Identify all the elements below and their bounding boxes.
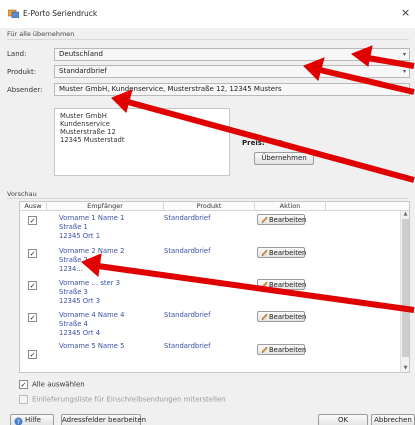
land-label: Land: bbox=[7, 50, 27, 58]
absender-value: Muster GmbH, Kundenservice, Musterstraße… bbox=[59, 85, 282, 93]
product-cell: Standardbrief bbox=[164, 214, 211, 222]
edit-button[interactable]: Bearbeiten bbox=[257, 214, 307, 225]
edit-button-label: Bearbeiten bbox=[269, 281, 307, 289]
recipient-street: Straße 2 bbox=[59, 256, 88, 264]
column-header-product[interactable]: Produkt bbox=[164, 202, 254, 211]
column-header-select[interactable]: Ausw bbox=[20, 202, 46, 211]
preview-section-label: Vorschau bbox=[7, 190, 37, 198]
recipient-city: 12345 Ort 1 bbox=[59, 232, 101, 240]
price-label: Preis: bbox=[242, 139, 265, 147]
table-scrollbar[interactable]: ▲ ▼ bbox=[400, 211, 409, 372]
produkt-label: Produkt: bbox=[7, 68, 37, 76]
ok-button[interactable]: OK bbox=[318, 414, 368, 425]
help-button-label: Hilfe bbox=[25, 416, 41, 424]
product-cell: Standardbrief bbox=[164, 342, 211, 350]
recipient-name: Vorname 4 Name 4 bbox=[59, 311, 125, 319]
recipient-name: Vorname 5 Name 5 bbox=[59, 342, 125, 350]
global-section-label: Für alle übernehmen bbox=[7, 30, 75, 38]
title-bar: E-Porto Seriendruck × bbox=[0, 0, 415, 28]
edit-address-fields-button[interactable]: Adressfelder bearbeiten bbox=[61, 414, 146, 425]
section-divider bbox=[7, 198, 409, 199]
address-line: Muster GmbH bbox=[60, 112, 107, 120]
pencil-icon bbox=[261, 281, 268, 289]
address-line: Musterstraße 12 bbox=[60, 128, 116, 136]
recipient-name: Vorname … ster 3 bbox=[59, 279, 121, 287]
row-checkbox[interactable]: ✓ bbox=[28, 249, 37, 258]
absender-select[interactable]: Muster GmbH, Kundenservice, Musterstraße… bbox=[54, 83, 410, 96]
recipient-cell: Vorname 1 Name 1 Straße 1 12345 Ort 1 bbox=[59, 214, 124, 241]
edit-button-label: Bearbeiten bbox=[269, 346, 307, 354]
edit-button[interactable]: Bearbeiten bbox=[257, 247, 307, 258]
edit-button[interactable]: Bearbeiten bbox=[257, 311, 307, 322]
table-row: ✓ Vorname 4 Name 4 Straße 4 12345 Ort 4 … bbox=[20, 311, 400, 343]
address-line: 12345 Musterstadt bbox=[60, 136, 125, 144]
sender-address-preview: Muster GmbH Kundenservice Musterstraße 1… bbox=[54, 108, 230, 176]
chevron-down-icon: ▾ bbox=[402, 68, 406, 75]
scroll-thumb[interactable] bbox=[402, 219, 409, 357]
recipient-city: 12345 Ort 4 bbox=[59, 329, 101, 337]
edit-button-label: Bearbeiten bbox=[269, 249, 307, 257]
table-row: ✓ Vorname 5 Name 5 Standardbrief Bearbei… bbox=[20, 342, 400, 372]
recipient-table: Ausw Empfänger Produkt Aktion ✓ Vorname … bbox=[19, 201, 410, 373]
recipient-name: Vorname 2 Name 2 bbox=[59, 247, 125, 255]
address-line: Kundenservice bbox=[60, 120, 110, 128]
edit-button[interactable]: Bearbeiten bbox=[257, 344, 307, 355]
column-header-action[interactable]: Aktion bbox=[255, 202, 325, 211]
scroll-up-icon[interactable]: ▲ bbox=[401, 211, 409, 218]
land-select[interactable]: Deutschland ▾ bbox=[54, 48, 410, 61]
scroll-down-icon[interactable]: ▼ bbox=[401, 365, 409, 372]
delivery-list-label: Einlieferungsliste für Einschreibsendung… bbox=[32, 395, 226, 404]
recipient-cell: Vorname … ster 3 Straße 3 12345 Ort 3 bbox=[59, 279, 120, 306]
row-checkbox[interactable]: ✓ bbox=[28, 350, 37, 359]
delivery-list-checkbox bbox=[19, 395, 28, 404]
chevron-down-icon: ▾ bbox=[402, 86, 406, 93]
produkt-select[interactable]: Standardbrief ▾ bbox=[54, 65, 410, 78]
column-header-recipient[interactable]: Empfänger bbox=[47, 202, 163, 211]
price-value: 0.9… bbox=[272, 139, 291, 147]
select-all-option[interactable]: ✓ Alle auswählen bbox=[19, 380, 85, 389]
recipient-name: Vorname 1 Name 1 bbox=[59, 214, 125, 222]
product-cell: Standardbrief bbox=[164, 247, 211, 255]
select-all-checkbox[interactable]: ✓ bbox=[19, 380, 28, 389]
recipient-cell: Vorname 5 Name 5 bbox=[59, 342, 124, 351]
table-row: ✓ Vorname … ster 3 Straße 3 12345 Ort 3 … bbox=[20, 279, 400, 311]
pencil-icon bbox=[261, 249, 268, 257]
recipient-street: Straße 1 bbox=[59, 223, 88, 231]
chevron-down-icon: ▾ bbox=[402, 51, 406, 58]
section-divider bbox=[7, 39, 409, 40]
land-value: Deutschland bbox=[59, 50, 103, 58]
row-checkbox[interactable]: ✓ bbox=[28, 281, 37, 290]
recipient-city: 12345 Ort 3 bbox=[59, 297, 101, 305]
absender-label: Absender: bbox=[7, 86, 43, 94]
edit-button-label: Bearbeiten bbox=[269, 216, 307, 224]
app-icon bbox=[8, 9, 19, 18]
svg-text:?: ? bbox=[17, 419, 20, 425]
produkt-value: Standardbrief bbox=[59, 67, 107, 75]
table-header: Ausw Empfänger Produkt Aktion bbox=[20, 202, 409, 211]
table-row: ✓ Vorname 2 Name 2 Straße 2 1234… Standa… bbox=[20, 247, 400, 279]
recipient-street: Straße 3 bbox=[59, 288, 88, 296]
product-cell: Standardbrief bbox=[164, 311, 211, 319]
edit-button[interactable]: Bearbeiten bbox=[257, 279, 307, 290]
help-button[interactable]: ? Hilfe bbox=[10, 414, 54, 425]
recipient-cell: Vorname 4 Name 4 Straße 4 12345 Ort 4 bbox=[59, 311, 124, 338]
window-title: E-Porto Seriendruck bbox=[23, 9, 98, 18]
row-checkbox[interactable]: ✓ bbox=[28, 313, 37, 322]
close-icon[interactable]: × bbox=[401, 6, 410, 19]
pencil-icon bbox=[261, 216, 268, 224]
row-checkbox[interactable]: ✓ bbox=[28, 216, 37, 225]
cancel-button[interactable]: Abbrechen bbox=[371, 414, 415, 425]
recipient-cell: Vorname 2 Name 2 Straße 2 1234… bbox=[59, 247, 124, 274]
recipient-city: 1234… bbox=[59, 265, 84, 273]
help-icon: ? bbox=[14, 417, 23, 425]
select-all-label: Alle auswählen bbox=[32, 380, 85, 389]
delivery-list-option: Einlieferungsliste für Einschreibsendung… bbox=[19, 395, 226, 404]
edit-button-label: Bearbeiten bbox=[269, 313, 307, 321]
table-row: ✓ Vorname 1 Name 1 Straße 1 12345 Ort 1 … bbox=[20, 214, 400, 246]
pencil-icon bbox=[261, 313, 268, 321]
apply-button[interactable]: Übernehmen bbox=[254, 152, 314, 165]
recipient-street: Straße 4 bbox=[59, 320, 88, 328]
pencil-icon bbox=[261, 346, 268, 354]
